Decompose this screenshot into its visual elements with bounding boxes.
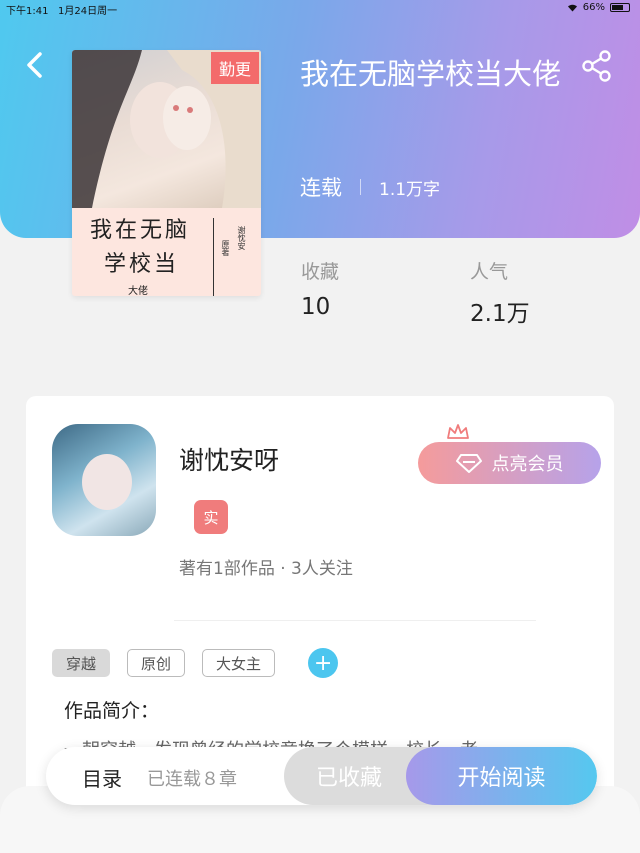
author-name[interactable]: 谢忱安呀	[179, 441, 279, 477]
favorites-value: 10	[301, 294, 331, 320]
favorites-label: 收藏	[301, 261, 340, 283]
status-time-date: 下午1:41 1月24日周一	[6, 2, 117, 17]
word-count: 1.1万字	[379, 179, 441, 200]
status-bar: 下午1:41 1月24日周一 66%	[0, 0, 640, 18]
chapter-count: 已连载８章	[147, 769, 237, 790]
section-divider	[174, 620, 536, 621]
back-button[interactable]	[22, 50, 48, 80]
toc-button[interactable]: 目录	[82, 763, 122, 792]
diamond-icon	[455, 454, 482, 473]
add-tag-button[interactable]: +	[308, 648, 339, 678]
cover-title-line2: 学校当	[104, 252, 180, 277]
battery-percent: 66%	[582, 2, 605, 13]
tag-list: 穿越 原创 大女主 +	[52, 648, 339, 678]
update-badge: 勤更	[210, 52, 259, 84]
vip-button-label: 点亮会员	[491, 454, 564, 475]
author-card: 谢忱安呀 实 著有1部作品 · 3人关注 点亮会员 穿越 原创 大女主 + 作品…	[26, 396, 614, 796]
cover-author-label: 原著	[221, 240, 230, 256]
wifi-icon	[567, 4, 577, 12]
book-title: 我在无脑学校当大佬	[300, 57, 562, 91]
meta-separator	[360, 179, 361, 195]
tag-item[interactable]: 原创	[127, 649, 186, 677]
bottom-action-bar: 目录 已连载８章 已收藏 开始阅读	[46, 747, 597, 805]
status-right: 66%	[567, 2, 630, 13]
author-info: 著有1部作品 · 3人关注	[179, 559, 353, 579]
intro-label: 作品简介：	[64, 700, 160, 722]
battery-icon	[610, 3, 630, 12]
serial-status: 连载	[300, 176, 342, 200]
tag-item[interactable]: 大女主	[202, 649, 276, 677]
popularity-label: 人气	[470, 261, 509, 283]
chevron-left-icon	[27, 52, 42, 78]
cover-title-line1: 我在无脑	[90, 218, 191, 243]
tag-item[interactable]: 穿越	[52, 649, 111, 677]
share-icon	[582, 50, 611, 82]
share-button[interactable]	[582, 50, 612, 82]
book-cover[interactable]: 勤更 我在无脑 学校当 大佬 原著 谢忱安	[72, 50, 261, 296]
cover-divider	[213, 218, 214, 296]
plus-icon: +	[313, 650, 333, 676]
avatar-face	[82, 454, 132, 510]
cover-author: 谢忱安	[237, 226, 246, 250]
start-reading-button[interactable]: 开始阅读	[406, 747, 597, 805]
vip-button[interactable]: 点亮会员	[418, 442, 601, 484]
author-avatar[interactable]	[52, 424, 156, 536]
favorites-stat: 收藏 10	[301, 257, 339, 320]
status-time: 下午1:41	[6, 6, 49, 17]
cover-title-line3: 大佬	[128, 286, 148, 296]
battery-fill	[612, 5, 623, 10]
crown-icon	[447, 424, 469, 439]
status-date: 1月24日周一	[58, 6, 118, 17]
verified-badge: 实	[194, 500, 228, 534]
popularity-stat: 人气 2.1万	[470, 257, 530, 328]
popularity-value: 2.1万	[470, 301, 530, 327]
book-meta: 连载 1.1万字	[300, 172, 440, 202]
